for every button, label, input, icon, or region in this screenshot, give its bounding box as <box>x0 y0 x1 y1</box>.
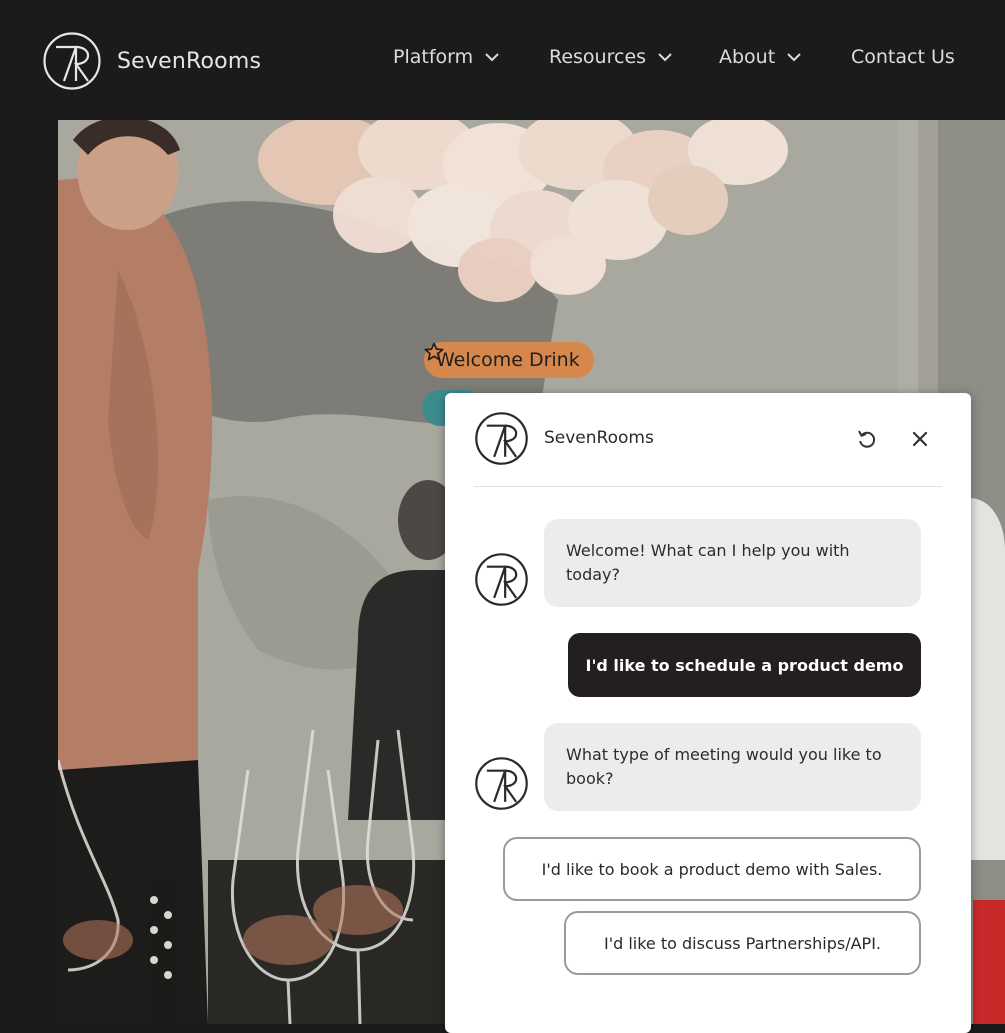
welcome-drink-tag: Welcome Drink <box>424 342 594 378</box>
top-navigation: SevenRooms Platform Resources About Cont… <box>0 0 1005 120</box>
refresh-icon[interactable] <box>855 427 879 451</box>
chevron-down-icon <box>658 52 672 61</box>
nav-item-label: Contact Us <box>851 46 955 68</box>
nav-item-platform[interactable]: Platform <box>393 46 499 68</box>
nav-item-resources[interactable]: Resources <box>549 46 672 68</box>
chat-header-divider <box>474 486 942 487</box>
sevenrooms-logo-icon <box>43 32 101 90</box>
nav-item-label: Resources <box>549 46 647 68</box>
nav-item-label: About <box>719 46 776 68</box>
chat-header: SevenRooms <box>445 393 971 487</box>
bot-avatar-icon <box>475 553 528 606</box>
option-partnerships-api[interactable]: I'd like to discuss Partnerships/API. <box>564 911 921 975</box>
option-product-demo-sales[interactable]: I'd like to book a product demo with Sal… <box>503 837 921 901</box>
nav-item-about[interactable]: About <box>719 46 801 68</box>
chevron-down-icon <box>787 52 801 61</box>
welcome-drink-label: Welcome Drink <box>436 349 580 371</box>
nav-item-contact-us[interactable]: Contact Us <box>851 46 955 68</box>
nav-item-label: Platform <box>393 46 474 68</box>
close-icon[interactable] <box>909 428 931 450</box>
chat-widget: SevenRooms Welcome! What can I help you … <box>445 393 971 1033</box>
bot-message: What type of meeting would you like to b… <box>544 723 921 811</box>
sevenrooms-logo-icon <box>475 412 528 465</box>
star-icon <box>424 342 444 361</box>
brand[interactable]: SevenRooms <box>42 31 261 91</box>
user-message: I'd like to schedule a product demo <box>568 633 921 697</box>
chevron-down-icon <box>485 52 499 61</box>
bot-message: Welcome! What can I help you with today? <box>544 519 921 607</box>
bot-avatar-icon <box>475 757 528 810</box>
brand-name: SevenRooms <box>117 48 262 74</box>
chat-title: SevenRooms <box>544 428 654 448</box>
